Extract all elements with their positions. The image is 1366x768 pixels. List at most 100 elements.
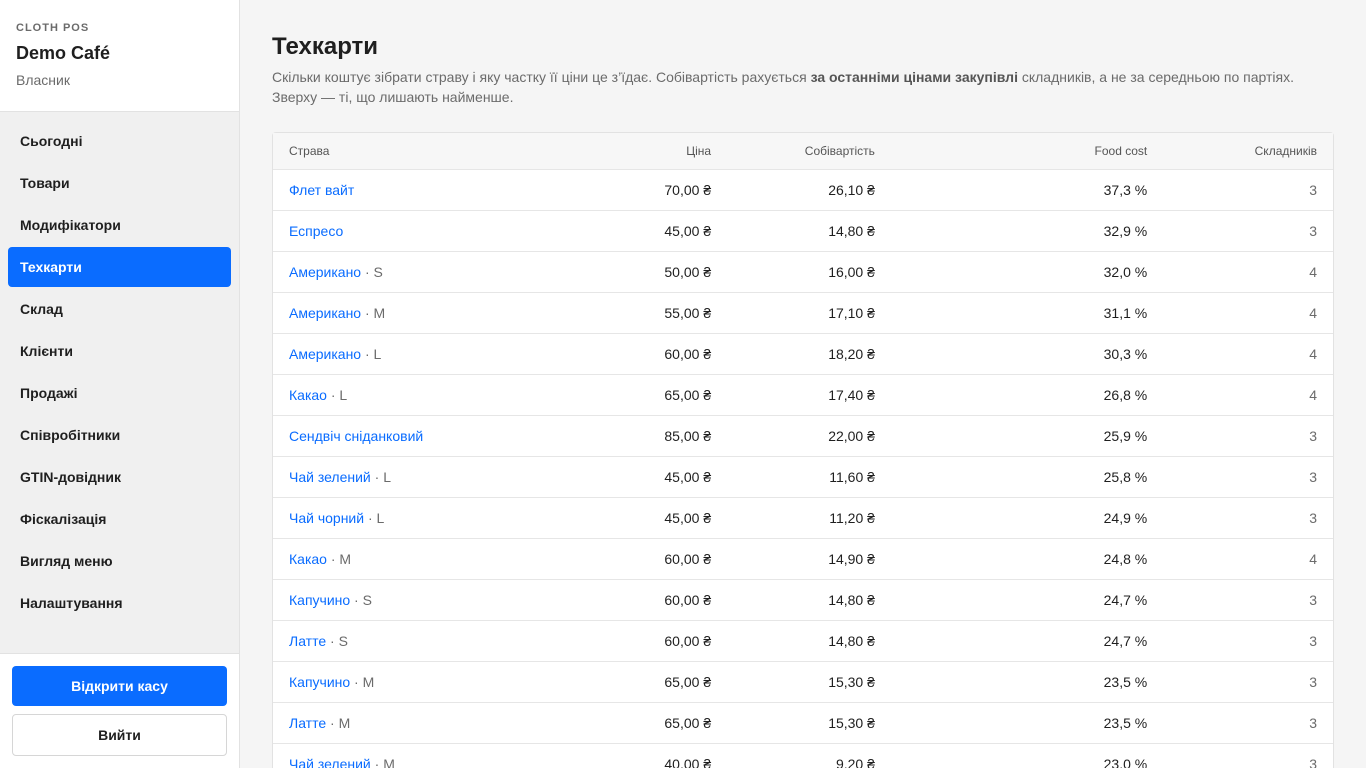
table-row[interactable]: Сендвіч сніданковий 85,00 ₴ 22,00 ₴ 25,9 % 3 [273,414,1333,456]
cost-cell: 15,30 ₴ [727,660,891,702]
table-row[interactable]: Чай зелений · M 40,00 ₴ 9,20 ₴ 23,0 % 3 [273,742,1333,768]
sidebar-nav: Сьогодні Товари Модифікатори Техкарти Склад К… [0,112,239,623]
ingredients-cell: 4 [1163,537,1333,579]
dish-link[interactable]: Чай чорний [289,510,364,526]
app-name: CLOTH POS [16,22,90,34]
sidebar-item-4[interactable]: Склад [8,289,231,329]
table-row[interactable]: Флет вайт 70,00 ₴ 26,10 ₴ 37,3 % 3 [273,168,1333,210]
table-row[interactable]: Американо · S 50,00 ₴ 16,00 ₴ 32,0 % 4 [273,250,1333,292]
table-row[interactable]: Американо · M 55,00 ₴ 17,10 ₴ 31,1 % 4 [273,291,1333,333]
ingredients-cell: 3 [1163,209,1333,251]
dish-variant: · S [350,591,372,608]
ingredients-cell: 3 [1163,496,1333,538]
column-header-dish[interactable]: Страва [273,133,575,169]
sidebar-item-1[interactable]: Товари [8,163,231,203]
price-cell: 50,00 ₴ [574,250,728,292]
dish-variant: · M [326,550,352,567]
sidebar-item-11[interactable]: Налаштування [8,583,231,623]
dish-cell: Американо · S [273,250,575,292]
ingredients-cell: 3 [1163,455,1333,497]
table-row[interactable]: Латте · M 65,00 ₴ 15,30 ₴ 23,5 % 3 [273,701,1333,743]
cost-cell: 11,60 ₴ [727,455,891,497]
dish-link[interactable]: Американо [289,346,361,362]
sidebar-item-6[interactable]: Продажі [8,373,231,413]
sidebar-item-7[interactable]: Співробітники [8,415,231,455]
dish-link[interactable]: Еспресо [289,223,343,239]
ingredients-cell: 3 [1163,660,1333,702]
sidebar: CLOTH POS Demo Café Власник Сьогодні Това… [0,0,240,768]
table-row[interactable]: Американо · L 60,00 ₴ 18,20 ₴ 30,3 % 4 [273,332,1333,374]
price-cell: 60,00 ₴ [574,332,728,374]
ingredients-cell: 3 [1163,742,1333,768]
dish-cell: Капучино · M [273,660,575,702]
cost-cell: 22,00 ₴ [727,414,891,456]
dish-cell: Чай чорний · L [273,496,575,538]
ingredients-cell: 3 [1163,619,1333,661]
ingredients-cell: 3 [1163,168,1333,210]
dish-link[interactable]: Американо [289,264,361,280]
dish-cell: Латте · S [273,619,575,661]
table-row[interactable]: Капучино · M 65,00 ₴ 15,30 ₴ 23,5 % 3 [273,660,1333,702]
cost-cell: 15,30 ₴ [727,701,891,743]
price-cell: 40,00 ₴ [574,742,728,768]
dish-link[interactable]: Латте [289,633,326,649]
dish-cell: Флет вайт [273,168,575,210]
column-header-ingredients[interactable]: Складників [1163,133,1333,169]
dish-cell: Чай зелений · M [273,742,575,768]
column-header-cost[interactable]: Собівартість [727,133,891,169]
dish-link[interactable]: Чай зелений [289,469,371,485]
ingredients-cell: 3 [1163,414,1333,456]
dish-cell: Американо · M [273,291,575,333]
table-row[interactable]: Какао · M 60,00 ₴ 14,90 ₴ 24,8 % 4 [273,537,1333,579]
dish-link[interactable]: Латте [289,715,326,731]
price-cell: 45,00 ₴ [574,455,728,497]
dish-cell: Еспресо [273,209,575,251]
price-cell: 55,00 ₴ [574,291,728,333]
food-cost-cell: 24,9 % [890,496,1164,538]
dish-link[interactable]: Капучино [289,674,350,690]
table-row[interactable]: Какао · L 65,00 ₴ 17,40 ₴ 26,8 % 4 [273,373,1333,415]
sidebar-item-2[interactable]: Модифікатори [8,205,231,245]
sidebar-item-9[interactable]: Фіскалізація [8,499,231,539]
dish-link[interactable]: Американо [289,305,361,321]
dish-cell: Сендвіч сніданковий [273,414,575,456]
logout-button[interactable]: Вийти [12,714,227,756]
column-header-food-cost[interactable]: Food cost [890,133,1164,169]
sidebar-item-0[interactable]: Сьогодні [8,121,231,161]
cost-cell: 14,80 ₴ [727,209,891,251]
price-cell: 45,00 ₴ [574,209,728,251]
dish-cell: Американо · L [273,332,575,374]
table-row[interactable]: Еспресо 45,00 ₴ 14,80 ₴ 32,9 % 3 [273,209,1333,251]
sidebar-item-10[interactable]: Вигляд меню [8,541,231,581]
cost-cell: 9,20 ₴ [727,742,891,768]
price-cell: 65,00 ₴ [574,660,728,702]
ingredients-cell: 4 [1163,291,1333,333]
dish-link[interactable]: Сендвіч сніданковий [289,428,423,444]
cost-cell: 17,40 ₴ [727,373,891,415]
main-content: Техкарти Скільки коштує зібрати страву і… [240,0,1366,768]
sidebar-item-8[interactable]: GTIN-довідник [8,457,231,497]
table-row[interactable]: Чай чорний · L 45,00 ₴ 11,20 ₴ 24,9 % 3 [273,496,1333,538]
dish-link[interactable]: Капучино [289,592,350,608]
user-role: Власник [16,72,70,88]
cost-cell: 14,80 ₴ [727,578,891,620]
dish-variant: · M [350,673,375,690]
food-cost-cell: 30,3 % [890,332,1164,374]
food-cost-cell: 37,3 % [890,168,1164,210]
dish-link[interactable]: Какао [289,551,327,567]
food-cost-cell: 24,7 % [890,619,1164,661]
dish-link[interactable]: Какао [289,387,327,403]
dish-variant: · S [361,263,383,280]
table-row[interactable]: Чай зелений · L 45,00 ₴ 11,60 ₴ 25,8 % 3 [273,455,1333,497]
sidebar-item-3[interactable]: Техкарти [8,247,231,287]
sidebar-footer: Відкрити касу Вийти [0,653,239,768]
cost-cell: 18,20 ₴ [727,332,891,374]
table-row[interactable]: Капучино · S 60,00 ₴ 14,80 ₴ 24,7 % 3 [273,578,1333,620]
dish-link[interactable]: Чай зелений [289,756,371,768]
open-register-button[interactable]: Відкрити касу [12,666,227,706]
column-header-price[interactable]: Ціна [574,133,728,169]
cost-cell: 17,10 ₴ [727,291,891,333]
table-row[interactable]: Латте · S 60,00 ₴ 14,80 ₴ 24,7 % 3 [273,619,1333,661]
sidebar-item-5[interactable]: Клієнти [8,331,231,371]
dish-link[interactable]: Флет вайт [289,182,354,198]
